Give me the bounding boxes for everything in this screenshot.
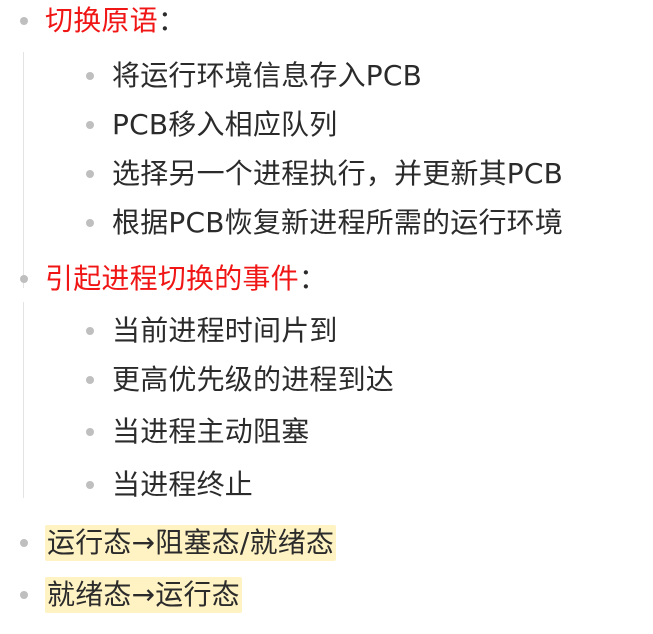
subitem-text: 当前进程时间片到	[112, 314, 338, 347]
outline-subitem[interactable]: 选择另一个进程执行，并更新其PCB	[86, 148, 563, 200]
outline-item-ready-to-running[interactable]: 就绪态→运行态	[20, 569, 242, 621]
bullet-dot	[20, 591, 28, 599]
outline-subitem[interactable]: 当前进程时间片到	[86, 305, 338, 357]
bullet-dot	[20, 275, 28, 283]
outline-item-running-to-blocked[interactable]: 运行态→阻塞态/就绪态	[20, 517, 337, 569]
subitem-text: 根据PCB恢复新进程所需的运行环境	[112, 206, 564, 239]
bullet-dot	[86, 327, 94, 335]
bullet-dot	[86, 376, 94, 384]
subitem-text: 更高优先级的进程到达	[112, 363, 395, 396]
bullet-dot	[86, 72, 94, 80]
bullet-dot	[20, 539, 28, 547]
bullet-dot	[86, 121, 94, 129]
bullet-dot	[86, 481, 94, 489]
subitem-text: 当进程主动阻塞	[112, 415, 310, 448]
outline-item-switch-primitive[interactable]: 切换原语：	[20, 0, 186, 47]
bullet-dot	[86, 170, 94, 178]
highlighted-text: 运行态→阻塞态/就绪态	[45, 525, 337, 561]
outline-subitem[interactable]: 将运行环境信息存入PCB	[86, 50, 422, 102]
outline-item-switch-events[interactable]: 引起进程切换的事件：	[20, 253, 327, 305]
bullet-dot	[20, 17, 28, 25]
highlighted-text: 就绪态→运行态	[45, 577, 242, 613]
subitem-text: PCB移入相应队列	[112, 108, 338, 141]
subitem-text: 当进程终止	[112, 468, 254, 501]
outline-subitem[interactable]: 根据PCB恢复新进程所需的运行环境	[86, 197, 563, 249]
colon: ：	[157, 4, 187, 37]
outline-subitem[interactable]: 当进程终止	[86, 459, 253, 511]
bullet-dot	[86, 219, 94, 227]
colon: ：	[298, 262, 328, 295]
outline-document: 切换原语： 将运行环境信息存入PCB PCB移入相应队列 选择另一个进程执行，并…	[0, 0, 653, 634]
subitem-text: 选择另一个进程执行，并更新其PCB	[112, 157, 564, 190]
bullet-dot	[86, 428, 94, 436]
outline-subitem[interactable]: 当进程主动阻塞	[86, 406, 309, 458]
heading-switch-events: 引起进程切换的事件	[45, 262, 299, 295]
heading-switch-primitive: 切换原语	[45, 4, 158, 37]
subitem-text: 将运行环境信息存入PCB	[112, 59, 423, 92]
outline-subitem[interactable]: 更高优先级的进程到达	[86, 354, 394, 406]
outline-subitem[interactable]: PCB移入相应队列	[86, 99, 337, 151]
nest-guide-line	[23, 302, 24, 498]
